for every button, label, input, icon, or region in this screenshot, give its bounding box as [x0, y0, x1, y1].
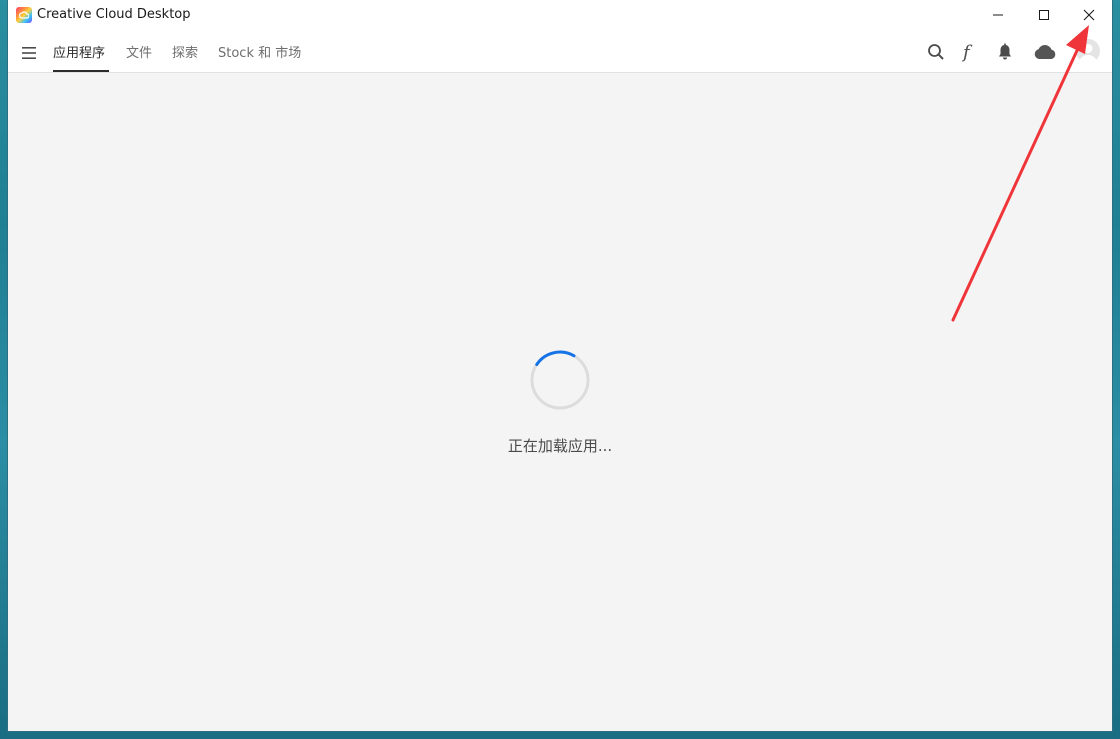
minimize-button[interactable] — [975, 0, 1021, 30]
maximize-button[interactable] — [1021, 0, 1067, 30]
close-icon — [1083, 9, 1095, 21]
creative-cloud-logo-icon — [16, 7, 32, 23]
fonts-icon: f — [961, 42, 973, 62]
loading-spinner — [529, 349, 591, 411]
search-button[interactable] — [926, 42, 946, 62]
tab-stock-marketplace[interactable]: Stock 和 市场 — [218, 42, 301, 61]
active-tab-indicator — [53, 70, 109, 72]
cloud-icon — [1034, 44, 1056, 59]
top-nav-bar: 应用程序 文件 探索 Stock 和 市场 f — [8, 32, 1112, 73]
title-bar: Creative Cloud Desktop — [8, 0, 1112, 32]
tab-apps[interactable]: 应用程序 — [53, 42, 105, 61]
creative-cloud-window: Creative Cloud Desktop 应用程序 文件 探索 Stock … — [8, 0, 1112, 731]
fonts-button[interactable]: f — [958, 42, 978, 62]
user-icon — [1079, 44, 1097, 63]
notifications-button[interactable] — [995, 42, 1015, 62]
svg-text:f: f — [961, 42, 973, 62]
tab-discover[interactable]: 探索 — [172, 42, 198, 61]
cloud-sync-button[interactable] — [1032, 42, 1058, 62]
tab-files[interactable]: 文件 — [126, 42, 152, 61]
maximize-icon — [1039, 10, 1049, 20]
window-title: Creative Cloud Desktop — [37, 7, 191, 22]
hamburger-menu-icon — [22, 47, 36, 59]
loading-message: 正在加载应用... — [507, 437, 613, 455]
avatar[interactable] — [1076, 39, 1100, 63]
close-button[interactable] — [1066, 0, 1112, 30]
minimize-icon — [993, 14, 1003, 16]
hamburger-menu-button[interactable] — [22, 45, 36, 59]
search-icon — [928, 44, 944, 60]
bell-icon — [999, 43, 1011, 60]
